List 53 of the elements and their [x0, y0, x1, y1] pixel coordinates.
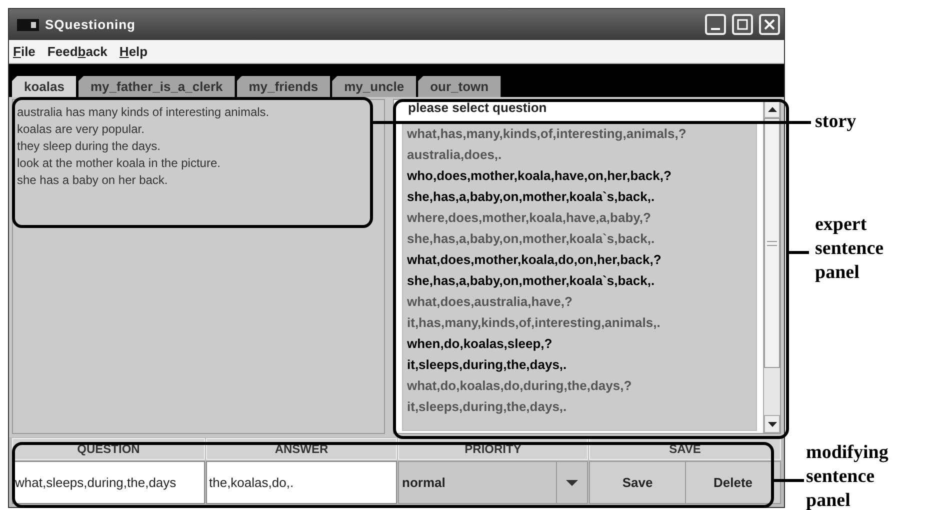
question-list-item[interactable]: it,has,many,kinds,of,interesting,animals,. [407, 312, 752, 333]
question-list-item[interactable]: she,has,a,baby,on,mother,koala`s,back,. [407, 228, 752, 249]
question-field[interactable]: what,sleeps,during,the,days [12, 461, 205, 504]
annotation-label: expert sentence panel [815, 213, 884, 285]
down-arrow-icon [768, 422, 776, 426]
minimize-button[interactable] [705, 14, 726, 35]
question-list-item[interactable]: what,has,many,kinds,of,interesting,animals,? [407, 123, 752, 144]
scroll-thumb[interactable] [764, 118, 780, 368]
scrollbar[interactable] [763, 100, 780, 433]
menu-item[interactable]: File [13, 44, 36, 59]
maximize-icon [737, 19, 748, 30]
tab[interactable]: my_father_is_a_clerk [78, 76, 235, 97]
tab[interactable]: koalas [12, 76, 76, 97]
annotation-label: modifying sentence panel [806, 441, 888, 510]
priority-dropdown[interactable]: normal [398, 461, 588, 504]
scroll-down-button[interactable] [764, 415, 780, 433]
question-list-item[interactable]: australia,does,. [407, 144, 752, 165]
question-list-item[interactable]: it,sleeps,during,the,days,. [407, 354, 752, 375]
close-icon [764, 19, 775, 30]
story-line: she has a baby on her back. [17, 172, 169, 189]
question-list-item[interactable]: what,do,koalas,do,during,the,days,? [407, 375, 752, 396]
story-line: they sleep during the days. [17, 138, 162, 155]
app-icon [17, 18, 39, 30]
story-text-area[interactable]: australia has many kinds of interesting animals. koalas are very popular. they sleep during the days. look at the mother koala in the picture. she has a baby on her back. [12, 99, 385, 434]
question-list-item[interactable]: who,does,mother,koala,have,on,her,back,? [407, 165, 752, 186]
caret-icon [566, 480, 578, 486]
grip-icon [767, 240, 777, 246]
annotation-label: story [815, 110, 856, 134]
close-button[interactable] [759, 14, 780, 35]
question-list-item[interactable]: what,does,mother,koala,do,on,her,back,? [407, 249, 752, 270]
story-line: look at the mother koala in the picture. [17, 155, 222, 172]
question-list-item[interactable]: when,do,koalas,sleep,? [407, 333, 752, 354]
answer-field[interactable]: the,koalas,do,. [206, 461, 397, 504]
delete-button[interactable]: Delete [685, 462, 780, 503]
minimize-icon [711, 28, 720, 30]
question-list-item[interactable]: she,has,a,baby,on,mother,koala`s,back,. [407, 186, 752, 207]
up-arrow-icon [768, 106, 776, 112]
tab[interactable]: my_uncle [332, 76, 416, 97]
question-list-item[interactable]: what,does,australia,have,? [407, 291, 752, 312]
leader-line [787, 251, 809, 254]
menu-item[interactable]: Help [119, 44, 148, 59]
maximize-button[interactable] [732, 14, 753, 35]
leader-line [772, 479, 804, 482]
window-title: SQuestioning [45, 17, 136, 32]
question-list-item[interactable]: where,does,mother,koala,have,a,baby,? [407, 207, 752, 228]
menu-item[interactable]: Feedback [47, 44, 108, 59]
question-list-item[interactable]: it,sleeps,during,the,days,. [407, 396, 752, 417]
story-line: koalas are very popular. [17, 121, 146, 138]
save-button[interactable]: Save [590, 462, 685, 503]
tab[interactable]: my_friends [236, 76, 330, 97]
story-line: australia has many kinds of interesting animals. [17, 104, 270, 121]
tab[interactable]: our_town [418, 76, 501, 97]
question-list-item[interactable]: she,has,a,baby,on,mother,koala`s,back,. [407, 270, 752, 291]
